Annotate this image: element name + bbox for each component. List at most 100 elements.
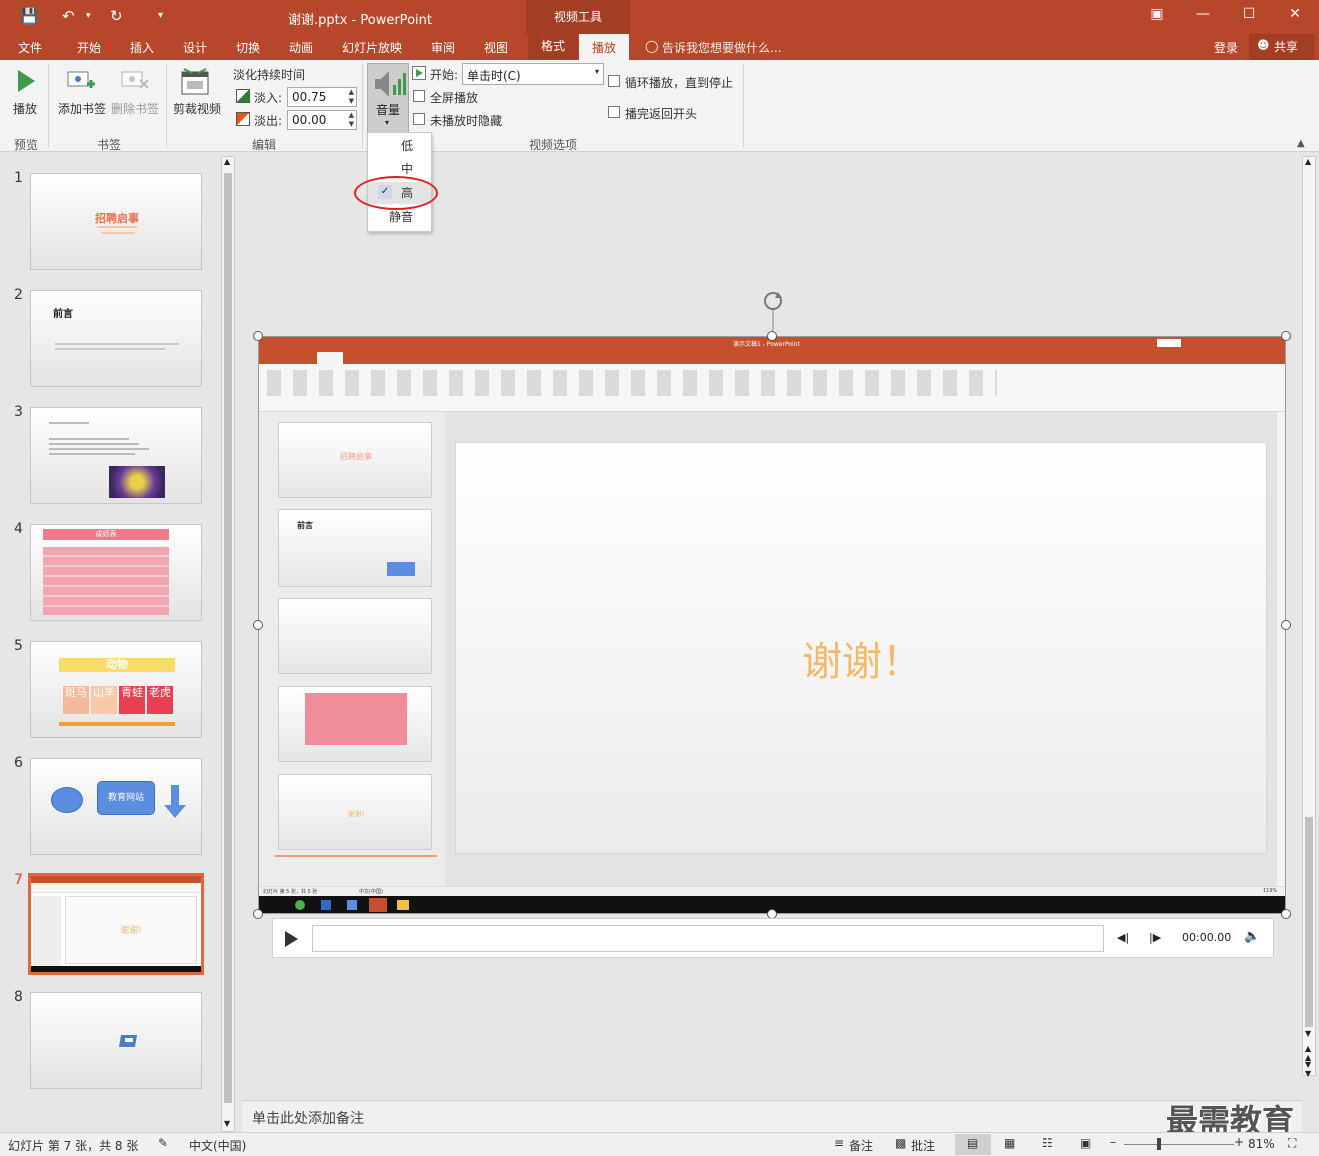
fullscreen-checkbox[interactable] bbox=[413, 90, 425, 102]
ribbon-playback: 播放 预览 添加书签 删除书签 书签 剪裁视频 淡化持续时间 淡入: 00.75… bbox=[0, 60, 1319, 152]
collapse-ribbon-icon[interactable]: ▲ bbox=[1297, 138, 1305, 149]
fade-out-input[interactable]: 00.00 ▲ ▼ bbox=[287, 110, 357, 130]
zoom-slider-thumb[interactable] bbox=[1157, 1138, 1161, 1150]
resize-handle[interactable] bbox=[253, 331, 263, 341]
thumb-number: 6 bbox=[14, 755, 23, 771]
redo-icon[interactable]: ↻ bbox=[110, 7, 123, 25]
slide-thumbnail-8[interactable] bbox=[30, 992, 202, 1089]
ribbon-tab-bar: 文件 开始 插入 设计 切换 动画 幻灯片放映 审阅 视图 格式 播放 ◯ 告诉… bbox=[0, 34, 1319, 60]
tab-transitions[interactable]: 切换 bbox=[236, 39, 260, 56]
tab-slideshow[interactable]: 幻灯片放映 bbox=[342, 39, 402, 56]
resize-handle[interactable] bbox=[1281, 620, 1291, 630]
remove-bookmark-button[interactable] bbox=[121, 70, 151, 94]
tab-format[interactable]: 格式 bbox=[528, 34, 578, 60]
rewind-label: 播完返回开头 bbox=[625, 107, 698, 121]
player-volume-icon[interactable]: 🔈 bbox=[1244, 929, 1260, 944]
tab-review[interactable]: 审阅 bbox=[431, 39, 455, 56]
undo-icon[interactable]: ↶ bbox=[62, 7, 75, 25]
thumbnail-scrollbar[interactable]: ▲ ▼ bbox=[221, 156, 235, 1132]
slide-info: 幻灯片 第 7 张，共 8 张 bbox=[8, 1139, 139, 1153]
scroll-down-icon[interactable]: ▼ bbox=[1305, 1029, 1311, 1038]
minimize-icon[interactable]: — bbox=[1188, 6, 1218, 22]
slide-thumbnail-3[interactable] bbox=[30, 407, 202, 504]
volume-button[interactable]: 音量 ▾ bbox=[367, 63, 409, 133]
fade-in-input[interactable]: 00.75 ▲ ▼ bbox=[287, 87, 357, 107]
zoom-in-icon[interactable]: + bbox=[1234, 1135, 1244, 1149]
fit-slide-icon[interactable]: ⛶ bbox=[1288, 1136, 1296, 1151]
spellcheck-icon[interactable]: ✎ bbox=[158, 1136, 168, 1150]
video-frame[interactable]: 演示文稿1 - PowerPoint 招聘启事 前言 谢谢! 谢谢！ 幻灯片 第… bbox=[258, 336, 1286, 914]
notes-pane[interactable]: 单击此处添加备注 bbox=[242, 1100, 1302, 1132]
notes-toggle[interactable]: 备注 bbox=[849, 1137, 873, 1154]
hide-not-playing-checkbox[interactable] bbox=[413, 113, 425, 125]
scroll-thumb[interactable] bbox=[1305, 817, 1313, 1027]
progress-track[interactable] bbox=[312, 925, 1104, 952]
loop-label: 循环播放，直到停止 bbox=[625, 76, 734, 90]
slide-sorter-icon[interactable]: ▦ bbox=[1004, 1136, 1015, 1150]
slide-thumbnail-1[interactable]: 招聘启事 bbox=[30, 173, 202, 270]
maximize-icon[interactable]: ☐ bbox=[1234, 6, 1264, 22]
resize-handle[interactable] bbox=[1281, 909, 1291, 919]
save-icon[interactable]: 💾 bbox=[20, 7, 39, 25]
slide-thumbnail-4[interactable]: 成绩表 bbox=[30, 524, 202, 621]
add-bookmark-button[interactable] bbox=[67, 70, 97, 94]
scroll-up-icon[interactable]: ▲ bbox=[224, 157, 230, 166]
step-back-icon[interactable]: ◀| bbox=[1117, 931, 1129, 944]
tab-design[interactable]: 设计 bbox=[183, 39, 207, 56]
slide-thumbnail-2[interactable]: 前言 bbox=[30, 290, 202, 387]
thumb-button-shape: 教育网站 bbox=[97, 781, 155, 815]
comments-toggle[interactable]: 批注 bbox=[911, 1137, 935, 1154]
media-player-bar: ◀| |▶ 00:00.00 🔈 bbox=[272, 918, 1274, 958]
scroll-thumb[interactable] bbox=[224, 173, 232, 1103]
close-icon[interactable]: ✕ bbox=[1280, 6, 1310, 22]
powerpoint-window: 💾 ↶ ▾ ↻ ▾ 谢谢.pptx - PowerPoint 视频工具 ▣ — … bbox=[0, 0, 1319, 1156]
slide-thumbnail-6[interactable]: 教育网站 bbox=[30, 758, 202, 855]
inner-thumb-panel: 招聘启事 前言 谢谢! bbox=[259, 412, 445, 886]
resize-handle[interactable] bbox=[253, 909, 263, 919]
loop-checkbox[interactable] bbox=[608, 75, 620, 87]
spinner-arrows-icon[interactable]: ▲ ▼ bbox=[349, 111, 354, 129]
signin-link[interactable]: 登录 bbox=[1214, 39, 1238, 56]
player-play-icon[interactable] bbox=[283, 930, 299, 948]
zoom-out-icon[interactable]: – bbox=[1110, 1135, 1116, 1149]
resize-handle[interactable] bbox=[767, 331, 777, 341]
scroll-up-icon[interactable]: ▲ bbox=[1305, 157, 1311, 166]
animal-cell: 山羊 bbox=[91, 686, 117, 714]
share-button[interactable]: ☻ 共享 bbox=[1249, 34, 1315, 60]
resize-handle[interactable] bbox=[1281, 331, 1291, 341]
language-status[interactable]: 中文(中国) bbox=[189, 1137, 246, 1154]
volume-label: 音量 bbox=[376, 103, 401, 117]
ribbon-display-options-icon[interactable]: ▣ bbox=[1142, 6, 1172, 22]
scroll-down-icon[interactable]: ▼ bbox=[224, 1119, 230, 1128]
spinner-arrows-icon[interactable]: ▲ ▼ bbox=[349, 88, 354, 106]
slideshow-view-icon[interactable]: ▣ bbox=[1080, 1136, 1091, 1150]
resize-handle[interactable] bbox=[253, 620, 263, 630]
undo-dropdown-icon[interactable]: ▾ bbox=[86, 11, 91, 21]
next-slide-icon[interactable]: ▼ ▼ bbox=[1305, 1060, 1311, 1078]
rewind-checkbox[interactable] bbox=[608, 106, 620, 118]
customize-toolbar-icon[interactable]: ▾ bbox=[158, 10, 163, 21]
tab-animations[interactable]: 动画 bbox=[289, 39, 313, 56]
add-bookmark-label: 添加书签 bbox=[58, 102, 107, 116]
fullscreen-label: 全屏播放 bbox=[430, 91, 479, 105]
tab-playback[interactable]: 播放 bbox=[579, 34, 629, 60]
tab-view[interactable]: 视图 bbox=[484, 39, 508, 56]
zoom-slider[interactable] bbox=[1124, 1144, 1234, 1145]
play-button[interactable] bbox=[16, 68, 36, 94]
main-scrollbar[interactable]: ▲ ▼ bbox=[1302, 156, 1316, 1076]
zoom-level[interactable]: 81% bbox=[1248, 1137, 1275, 1151]
tab-file[interactable]: 文件 bbox=[18, 39, 42, 56]
volume-option-low[interactable]: 低 bbox=[368, 135, 431, 157]
slide-thumbnail-5[interactable]: 动物 斑马 山羊 青蛙 老虎 bbox=[30, 641, 202, 738]
tab-insert[interactable]: 插入 bbox=[130, 39, 154, 56]
slide-thumbnail-7-selected[interactable]: 谢谢! bbox=[28, 873, 204, 975]
reading-view-icon[interactable]: ☷ bbox=[1042, 1136, 1053, 1150]
start-select[interactable]: 单击时(C) ▾ bbox=[462, 63, 604, 85]
tell-me-search[interactable]: 告诉我您想要做什么... bbox=[662, 39, 781, 56]
step-forward-icon[interactable]: |▶ bbox=[1149, 931, 1161, 944]
tab-home[interactable]: 开始 bbox=[77, 39, 101, 56]
down-arrow-icon bbox=[164, 785, 186, 818]
group-preview-label: 预览 bbox=[14, 138, 39, 152]
trim-video-button[interactable] bbox=[180, 66, 212, 98]
normal-view-button[interactable]: ▤ bbox=[955, 1134, 991, 1155]
